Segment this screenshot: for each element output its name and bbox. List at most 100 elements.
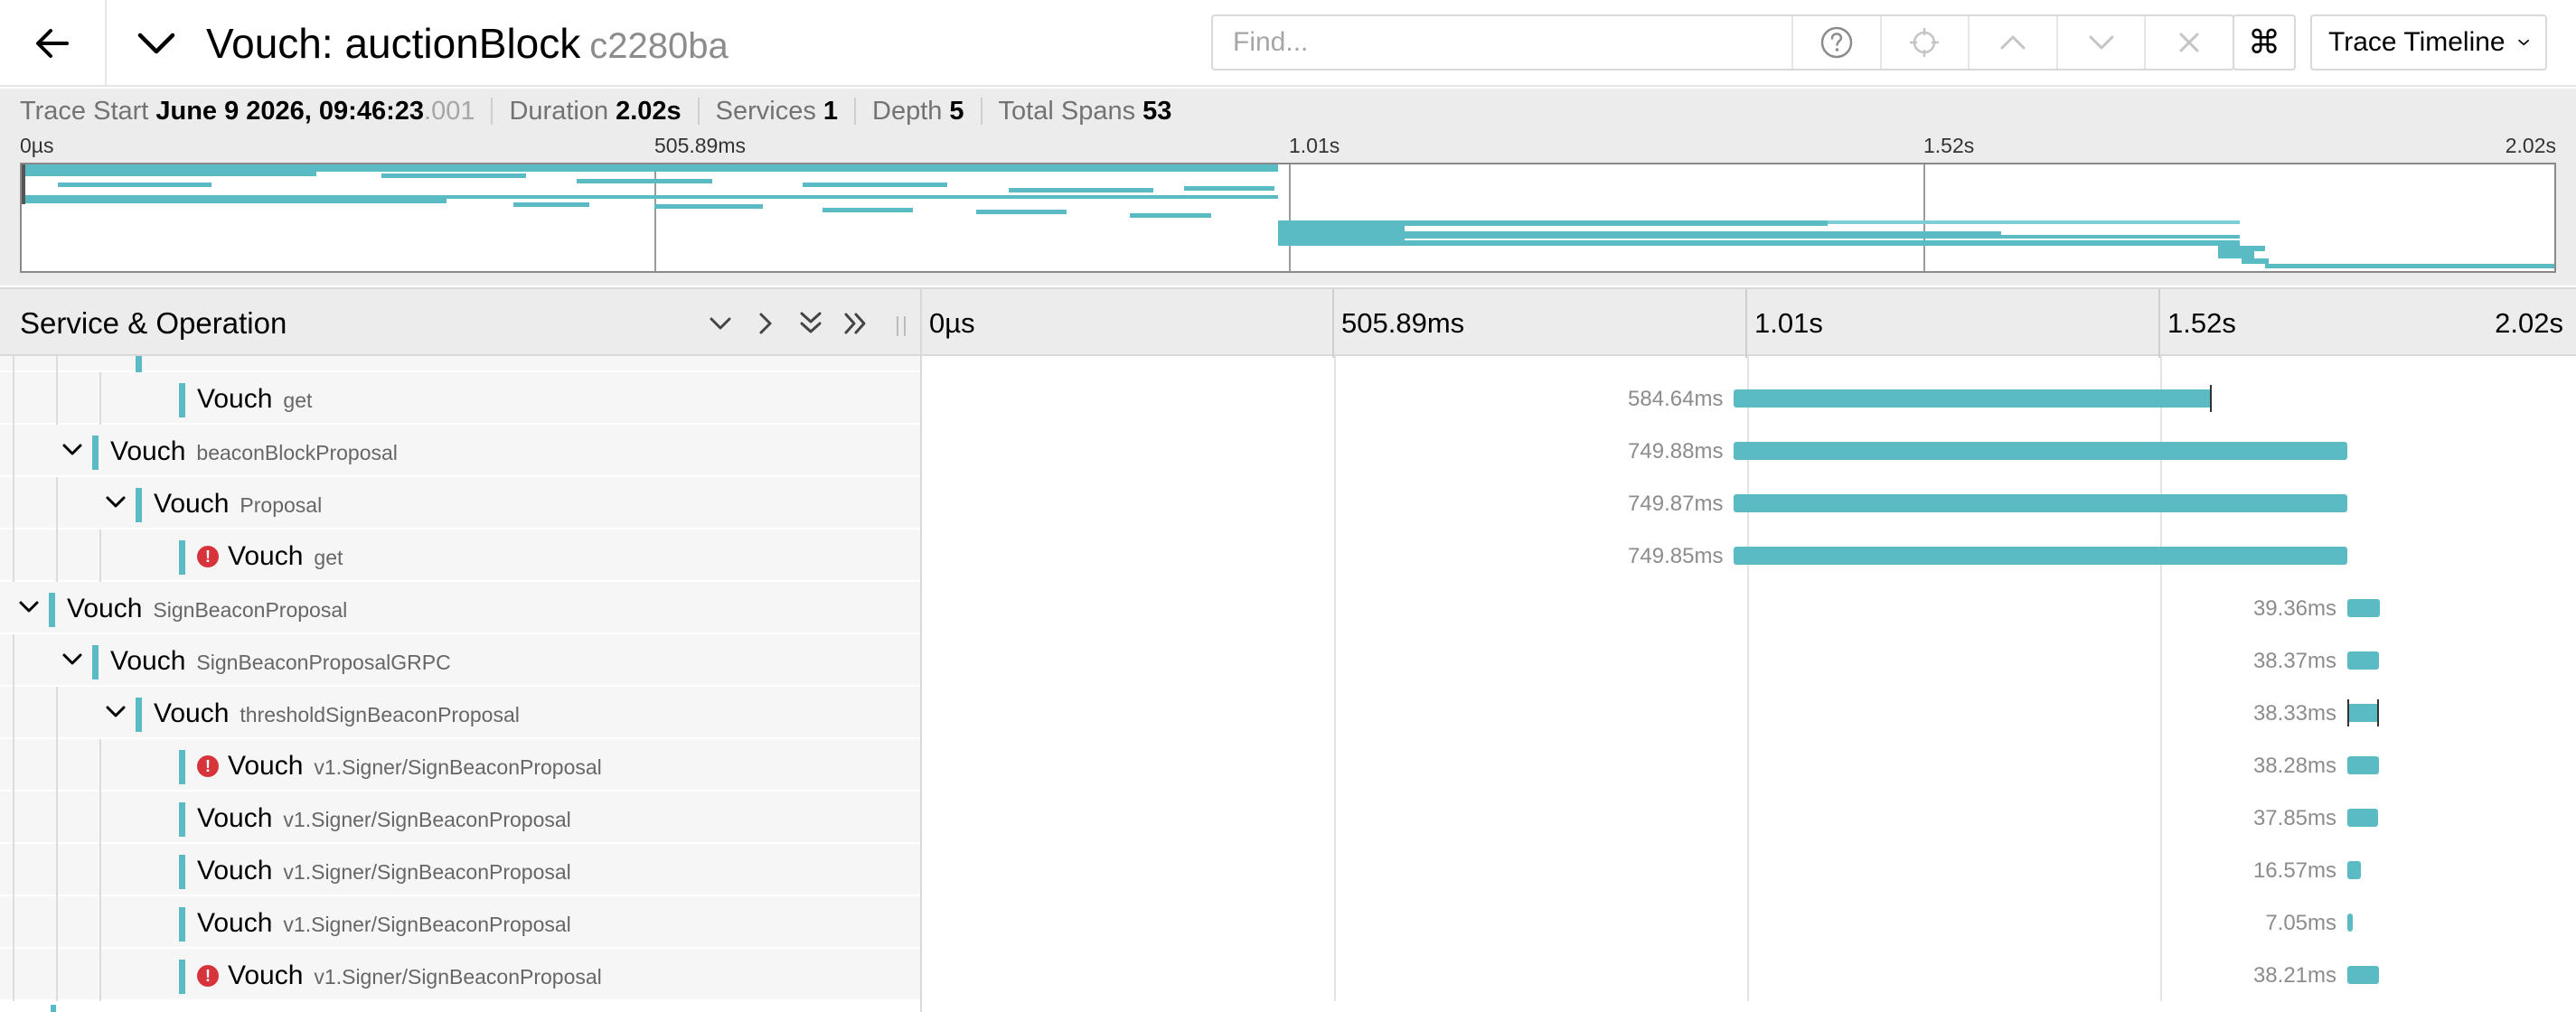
span-bar[interactable] [2347,756,2379,774]
service-color-bar [92,436,99,470]
tree-indent-line [56,372,58,425]
span-bar[interactable] [1734,494,2347,512]
column-resize-handle[interactable] [897,316,906,336]
span-row-left: ! Vouch v1.Signer/SignBeaconProposal [0,739,920,792]
expand-toggle[interactable] [60,647,85,672]
span-row[interactable]: ! Vouch v1.Signer/SignBeaconProposal 38.21m… [0,949,2576,1001]
span-bar[interactable] [2347,809,2379,827]
span-bar[interactable] [2347,966,2379,984]
minimap-handle-left[interactable] [22,164,25,204]
back-button[interactable] [0,0,107,87]
expand-one-button[interactable] [743,305,788,342]
span-bar[interactable] [1734,389,2213,408]
collapse-header-button[interactable] [127,18,186,69]
span-row-timeline[interactable]: 39.36ms [922,582,2576,634]
chevron-down-icon [137,33,175,54]
operation-name: Proposal [240,493,323,517]
tree-indent-line [13,844,14,896]
timeline-gridline [1334,739,1336,792]
span-row-left: Vouch SignBeaconProposalGRPC [0,634,920,687]
tree-indent-line [13,739,14,792]
double-chevron-right-icon [844,313,866,334]
service-name: Vouch [154,698,230,728]
span-row-partial [0,356,2576,372]
view-select-label: Trace Timeline [2328,27,2505,57]
span-label: Vouch thresholdSignBeaconProposal [154,698,520,731]
minimap-span [22,199,447,203]
collapse-one-button[interactable] [698,305,743,342]
trace-id: c2280ba [589,26,729,66]
prev-match-button[interactable] [1968,16,2056,69]
span-row-timeline[interactable]: 749.88ms [922,425,2576,477]
summary-divider [854,98,857,125]
span-row[interactable]: Vouch thresholdSignBeaconProposal 38.33ms [0,687,2576,739]
next-match-button[interactable] [2055,16,2145,69]
span-row[interactable]: Vouch SignBeaconProposal 39.36ms [0,582,2576,634]
expand-toggle[interactable] [103,490,128,515]
locate-button[interactable] [1879,16,1969,69]
span-row-timeline[interactable]: 38.21ms [922,949,2576,1001]
expand-toggle[interactable] [103,699,128,725]
span-label: Vouch v1.Signer/SignBeaconProposal [197,802,571,836]
span-duration: 749.88ms [1628,439,1724,464]
collapse-all-button[interactable] [788,305,833,342]
expand-toggle[interactable] [16,595,42,620]
span-duration: 7.05ms [2265,911,2337,935]
operation-name: get [314,546,343,569]
span-label: Vouch SignBeaconProposalGRPC [110,645,451,679]
span-bar[interactable] [2347,861,2361,879]
column-divider [920,287,922,1012]
span-row-timeline[interactable]: 16.57ms [922,844,2576,896]
trace-header: Vouch: auctionBlock c2280ba Find... ⌘ Tr… [0,0,2576,87]
timeline-gridline [1747,896,1749,949]
span-row-timeline[interactable]: 37.85ms [922,792,2576,844]
span-label: Vouch SignBeaconProposal [67,593,347,626]
span-row-timeline[interactable]: 7.05ms [922,896,2576,949]
span-row[interactable]: ! Vouch v1.Signer/SignBeaconProposal 38.28m… [0,739,2576,792]
expand-toggle[interactable] [60,437,85,463]
span-row[interactable]: Vouch v1.Signer/SignBeaconProposal 37.85ms [0,792,2576,844]
span-row[interactable]: ! Vouch get 749.85ms [0,529,2576,582]
expand-all-button[interactable] [833,305,879,342]
minimap-canvas[interactable] [20,163,2556,273]
span-bar[interactable] [1734,547,2347,565]
span-row-timeline[interactable]: 749.87ms [922,477,2576,529]
operation-name: SignBeaconProposalGRPC [196,651,451,674]
span-row[interactable]: Vouch beaconBlockProposal 749.88ms [0,425,2576,477]
span-row-timeline[interactable]: 584.64ms [922,372,2576,425]
clear-search-button[interactable] [2144,16,2233,69]
span-row-timeline[interactable]: 38.28ms [922,739,2576,792]
minimap-span [2265,264,2554,268]
span-row-timeline[interactable]: 749.85ms [922,529,2576,582]
span-row-left: Vouch v1.Signer/SignBeaconProposal [0,896,920,949]
minimap-span [22,164,1278,172]
timeline-gridline [1334,634,1336,687]
operation-name: v1.Signer/SignBeaconProposal [314,755,602,779]
span-bar[interactable] [1734,442,2347,460]
keyboard-shortcuts-button[interactable]: ⌘ [2233,14,2296,70]
question-circle-icon [1820,26,1853,59]
span-duration: 38.37ms [2252,649,2337,673]
chevron-down-icon [710,317,731,330]
span-bar[interactable] [2347,651,2379,670]
timeline-gridline [1747,582,1749,634]
span-row-timeline[interactable]: 38.37ms [922,634,2576,687]
span-row[interactable]: Vouch Proposal 749.87ms [0,477,2576,529]
service-name: Vouch [197,384,273,414]
find-input[interactable] [1213,16,1791,69]
timeline-gridline [1334,687,1336,739]
view-select[interactable]: Trace Timeline [2310,14,2547,70]
span-row[interactable]: Vouch SignBeaconProposalGRPC 38.37ms [0,634,2576,687]
timeline-tick-label: 505.89ms [1341,307,1465,339]
span-bar[interactable] [2347,914,2354,932]
tree-indent-line [99,949,101,1001]
span-row[interactable]: Vouch v1.Signer/SignBeaconProposal 16.57ms [0,844,2576,896]
span-row[interactable]: Vouch v1.Signer/SignBeaconProposal 7.05ms [0,896,2576,949]
minimap-span [1405,240,2240,246]
span-bar[interactable] [2347,704,2379,722]
span-bar[interactable] [2347,599,2380,617]
span-row-timeline[interactable]: 38.33ms [922,687,2576,739]
span-row[interactable]: Vouch get 584.64ms [0,372,2576,425]
keyboard-help-button[interactable] [1791,16,1880,69]
service-color-bar [136,356,142,372]
